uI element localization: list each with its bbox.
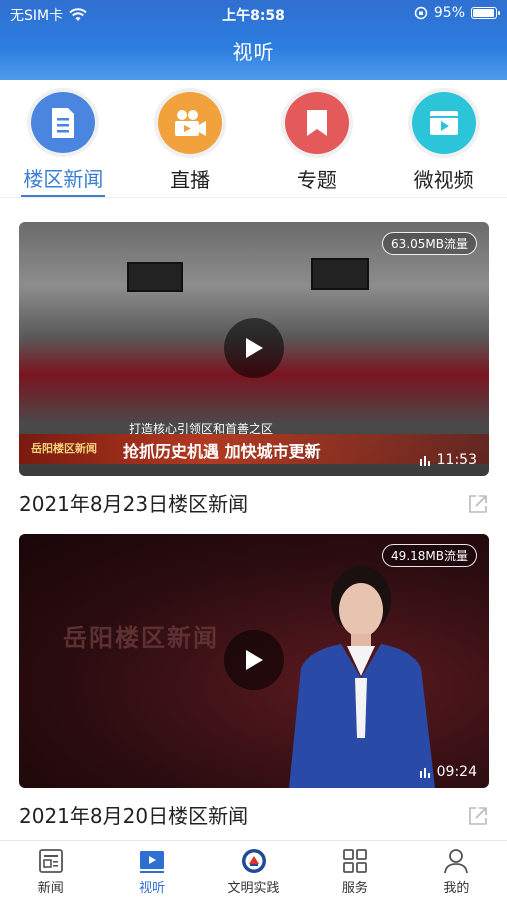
tab-profile-label: 我的: [443, 881, 470, 896]
app-header: 无SIM卡 上午8:58 95% 视听: [0, 0, 507, 80]
category-news[interactable]: 楼区新闻: [0, 80, 127, 197]
category-micro-video-label: 微视频: [413, 168, 474, 192]
status-bar: 无SIM卡 上午8:58 95%: [0, 0, 507, 28]
category-live-label: 直播: [170, 168, 211, 192]
banner-headline: 抢抓历史机遇 加快城市更新: [123, 442, 321, 461]
bottom-tab-bar: 新闻 视听 文明实践 服务 我的: [0, 840, 507, 900]
duration: 11:53: [419, 452, 477, 468]
media-icon: [140, 851, 165, 873]
tab-services[interactable]: 服务: [304, 841, 405, 900]
duration: 09:24: [419, 764, 477, 780]
video-thumbnail[interactable]: 63.05MB流量 打造核心引领区和首善之区 岳阳楼区新闻 抢抓历史机遇 加快城…: [19, 222, 489, 476]
user-icon: [444, 849, 469, 874]
duration-text: 11:53: [436, 452, 477, 468]
document-icon: [52, 107, 75, 138]
share-icon[interactable]: [467, 805, 489, 827]
share-icon[interactable]: [467, 493, 489, 515]
category-row: 楼区新闻 直播 专题 微视频: [0, 80, 507, 198]
category-live-circle: [158, 92, 223, 154]
category-micro-video[interactable]: 微视频: [380, 80, 507, 197]
tab-services-label: 服务: [341, 881, 368, 896]
bookmark-icon: [306, 110, 327, 136]
category-topics-label: 专题: [296, 168, 337, 192]
play-button[interactable]: [224, 318, 284, 378]
civilization-badge-icon: [241, 849, 266, 873]
tab-civilization[interactable]: 文明实践: [203, 841, 304, 900]
video-title[interactable]: 2021年8月23日楼区新闻: [19, 488, 489, 517]
banner-logo: 岳阳楼区新闻: [31, 442, 97, 455]
category-news-circle: [31, 92, 96, 153]
anchor-figure: [289, 566, 435, 788]
data-usage-badge: 63.05MB流量: [382, 232, 477, 255]
screen-left: [127, 262, 183, 292]
show-title: 岳阳楼区新闻: [63, 624, 219, 652]
tab-profile[interactable]: 我的: [406, 841, 507, 900]
category-news-label: 楼区新闻: [21, 163, 106, 197]
category-live[interactable]: 直播: [127, 80, 254, 197]
play-icon: [246, 338, 263, 358]
tab-news[interactable]: 新闻: [0, 841, 101, 900]
signal-bars-icon: [419, 768, 430, 778]
tab-media-label: 视听: [139, 881, 166, 896]
news-icon: [38, 849, 63, 873]
battery-percent: 95%: [433, 5, 465, 21]
category-topics[interactable]: 专题: [254, 80, 381, 197]
tab-media[interactable]: 视听: [101, 841, 202, 900]
data-usage-badge: 49.18MB流量: [382, 544, 477, 567]
category-micro-video-circle: [411, 92, 476, 154]
duration-text: 09:24: [436, 764, 477, 780]
status-right: 95%: [414, 5, 500, 21]
video-card[interactable]: 岳阳楼区新闻 49.18MB流量 09:24 2021年8月20日楼区新闻: [19, 534, 489, 829]
signal-bars-icon: [419, 456, 430, 466]
video-title[interactable]: 2021年8月20日楼区新闻: [19, 800, 489, 829]
page-title: 视听: [232, 40, 275, 64]
video-thumbnail[interactable]: 岳阳楼区新闻 49.18MB流量 09:24: [19, 534, 489, 788]
video-feed: 63.05MB流量 打造核心引领区和首善之区 岳阳楼区新闻 抢抓历史机遇 加快城…: [0, 198, 507, 840]
video-card[interactable]: 63.05MB流量 打造核心引领区和首善之区 岳阳楼区新闻 抢抓历史机遇 加快城…: [19, 222, 489, 517]
play-icon: [246, 650, 263, 670]
grid-icon: [343, 849, 367, 873]
play-button[interactable]: [224, 630, 284, 690]
category-topics-circle: [284, 92, 349, 154]
screen-right: [311, 258, 369, 290]
video-camera-icon: [175, 110, 207, 136]
orientation-lock-icon: [414, 6, 428, 20]
battery-icon: [471, 7, 500, 19]
tab-news-label: 新闻: [37, 881, 64, 896]
film-play-icon: [429, 111, 458, 135]
tab-civilization-label: 文明实践: [227, 881, 280, 896]
